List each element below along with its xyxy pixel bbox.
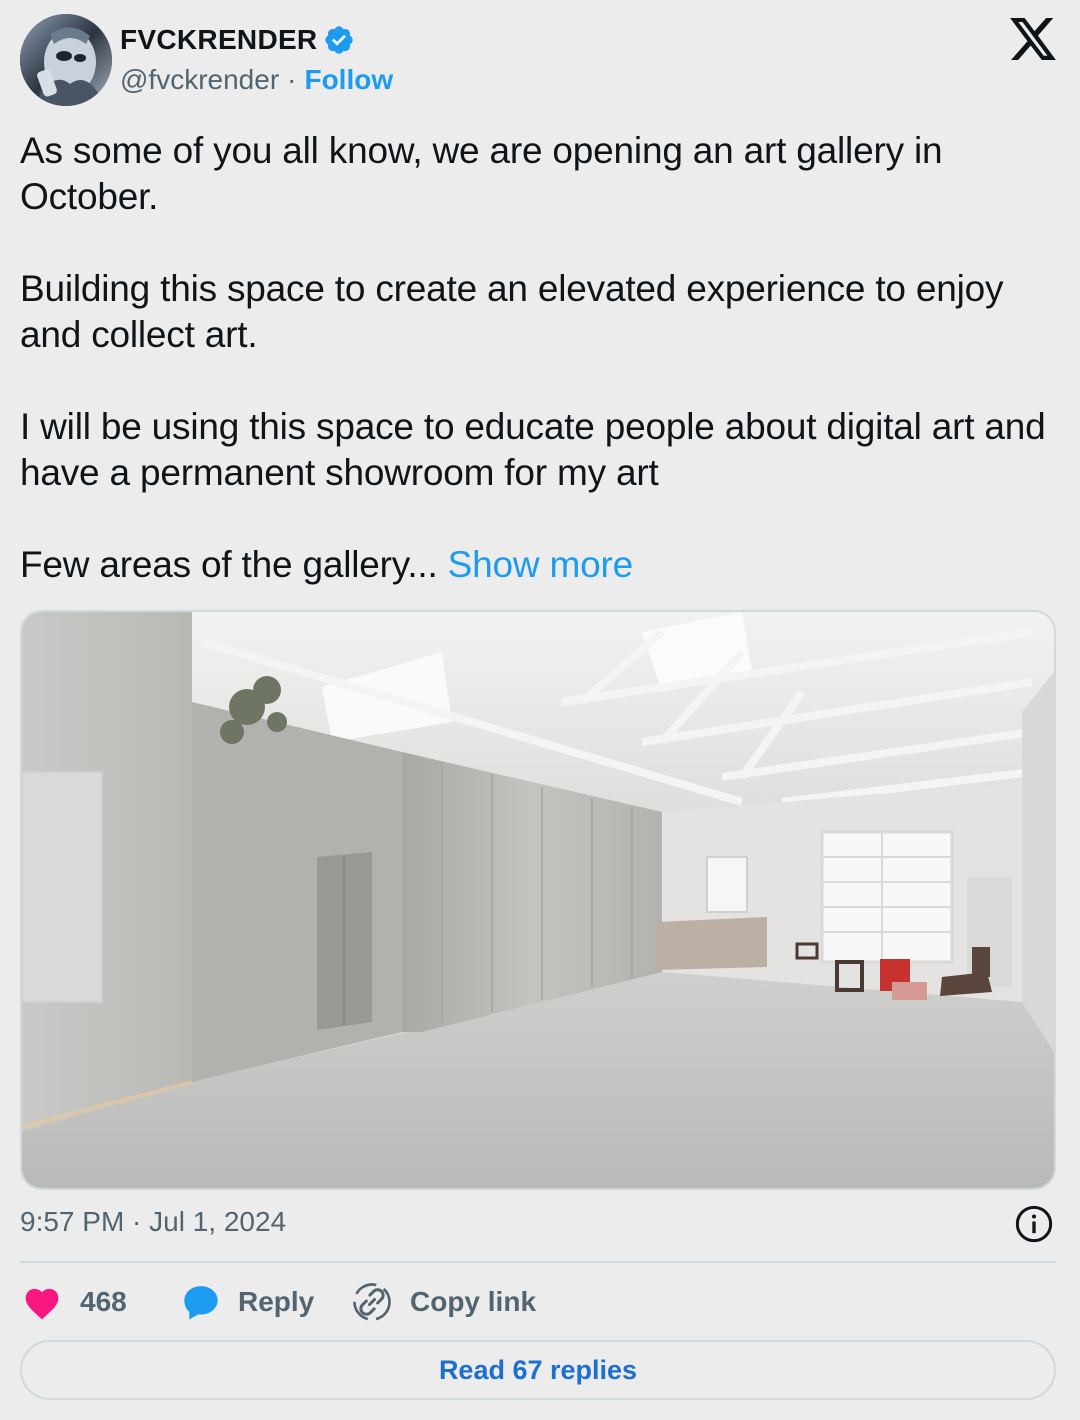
info-icon[interactable]: [1014, 1204, 1054, 1244]
tweet-truncated-text: Few areas of the gallery...: [20, 544, 438, 585]
avatar[interactable]: [20, 14, 112, 106]
reply-label: Reply: [238, 1286, 315, 1317]
like-count: 468: [80, 1286, 127, 1317]
tweet-paragraph: I will be using this space to educate pe…: [20, 406, 1046, 493]
reply-button[interactable]: Reply: [180, 1280, 314, 1324]
tweet-paragraph: Building this space to create an elevate…: [20, 268, 1004, 355]
follow-button[interactable]: Follow: [304, 64, 393, 96]
author-handle[interactable]: @fvckrender: [120, 64, 279, 96]
like-button[interactable]: 468: [22, 1280, 127, 1324]
author-name-row[interactable]: FVCKRENDER: [120, 24, 355, 56]
x-logo-icon[interactable]: [1010, 18, 1056, 60]
heart-icon: [25, 1288, 59, 1320]
gallery-render-image: [22, 612, 1054, 1188]
read-replies-button[interactable]: Read 67 replies: [20, 1340, 1056, 1400]
copy-link-button[interactable]: Copy link: [352, 1280, 536, 1324]
tweet-last-line: Few areas of the gallery... Show more: [20, 542, 1060, 588]
verified-badge-icon: [325, 26, 354, 54]
show-more-link[interactable]: Show more: [448, 544, 634, 585]
separator: ·: [287, 64, 297, 95]
tweet-media[interactable]: [20, 610, 1056, 1190]
tweet-timestamp[interactable]: 9:57 PM · Jul 1, 2024: [20, 1206, 286, 1238]
tweet-card: FVCKRENDER @fvckrender · Follow As some …: [0, 0, 1080, 1420]
handle-row: @fvckrender · Follow: [120, 64, 393, 96]
tweet-paragraph: As some of you all know, we are opening …: [20, 130, 943, 217]
divider: [20, 1261, 1056, 1263]
reply-bubble-icon: [184, 1286, 218, 1320]
copy-link-label: Copy link: [410, 1286, 537, 1317]
tweet-text: As some of you all know, we are opening …: [20, 128, 1060, 588]
author-name[interactable]: FVCKRENDER: [120, 24, 317, 56]
link-icon: [353, 1283, 391, 1321]
